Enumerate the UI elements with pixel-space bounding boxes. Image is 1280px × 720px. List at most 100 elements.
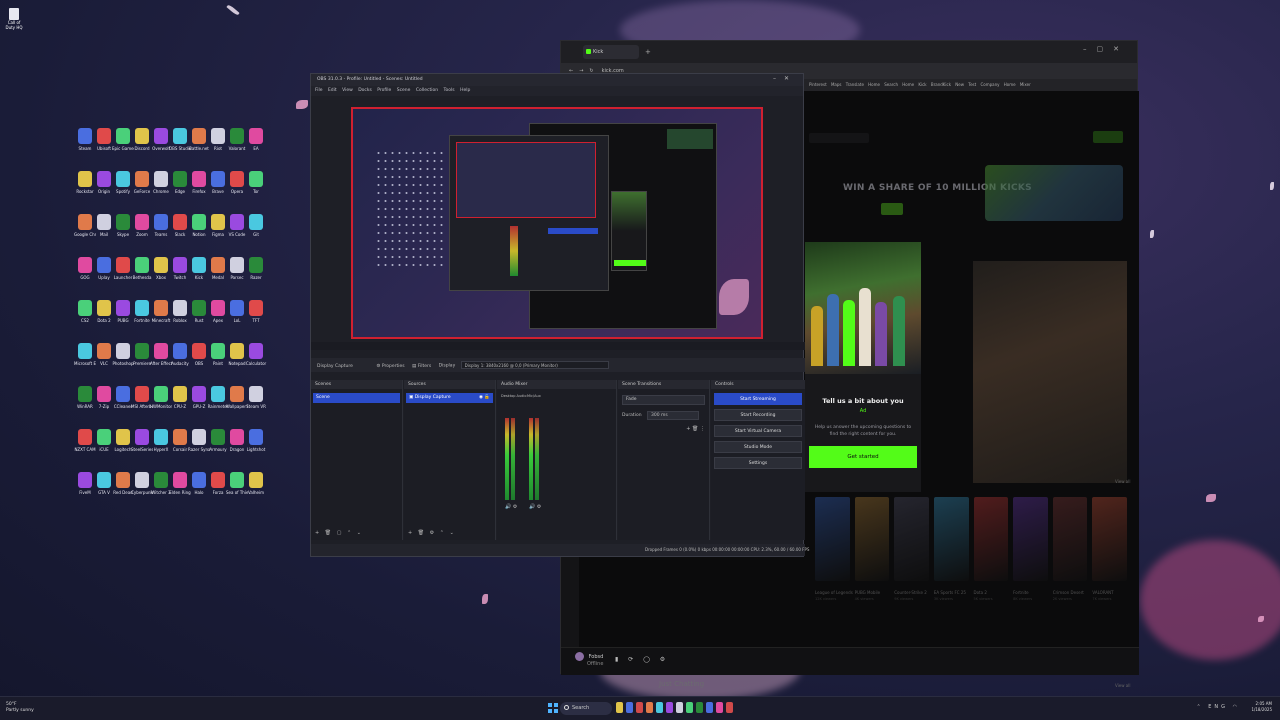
featured-stream-thumbnail[interactable]	[973, 261, 1127, 483]
app-icon	[116, 343, 130, 359]
weather-widget[interactable]: 50°F Partly sunny	[6, 702, 34, 714]
window-controls[interactable]: –✕	[773, 75, 797, 82]
visibility-icon[interactable]: ◉ 🔓	[479, 395, 490, 400]
start-streaming-button[interactable]: Start Streaming	[714, 393, 802, 405]
desktop-icon-label: Git	[253, 232, 259, 237]
taskbar-app-icon[interactable]	[686, 702, 693, 713]
get-started-button[interactable]: Get started	[809, 446, 917, 468]
desktop-wallpaper: Call of Duty HQ Steam Ubisoft Epic Games Di…	[0, 0, 1280, 720]
desktop-icon[interactable]: EA	[245, 128, 267, 168]
desktop-icon[interactable]: Calculator	[245, 343, 267, 383]
category-card[interactable]: Counter-Strike 2 9K viewers	[894, 497, 929, 601]
desktop-icon[interactable]: TFT	[245, 300, 267, 340]
category-card[interactable]: PUBG Mobile 4K viewers	[854, 497, 890, 601]
desktop-icon[interactable]: Lightshot	[245, 429, 267, 469]
app-icon	[135, 171, 149, 187]
desktop-icon[interactable]: Tor	[245, 171, 267, 211]
obs-menu-bar[interactable]: File Edit View Docks Profile Scene Colle…	[311, 86, 803, 96]
sources-toolbar[interactable]: + 🗑 ⚙ ⌃ ⌄	[408, 530, 456, 536]
mute-icon[interactable]: 🔊 ⚙	[529, 504, 541, 510]
app-icon	[154, 300, 168, 316]
scenes-toolbar[interactable]: + 🗑 ▢ ⌃ ⌄	[315, 530, 363, 536]
start-virtual-camera-button[interactable]: Start Virtual Camera	[714, 425, 802, 437]
studio-mode-button[interactable]: Studio Mode	[714, 441, 802, 453]
app-icon	[192, 128, 206, 144]
login-button[interactable]	[1093, 131, 1123, 143]
browser-tab[interactable]: Kick	[583, 45, 639, 59]
taskbar-app-icon[interactable]	[706, 702, 713, 713]
taskbar-app-icon[interactable]	[636, 702, 643, 713]
transition-select[interactable]: Fade	[622, 395, 705, 405]
app-icon	[211, 300, 225, 316]
user-action-icons[interactable]: ▮ ⟳ ◯ ⚙	[615, 656, 669, 663]
start-recording-button[interactable]: Start Recording	[714, 409, 802, 421]
taskbar-app-icon[interactable]	[656, 702, 663, 713]
category-card[interactable]: VALORANT 7K viewers	[1092, 497, 1127, 601]
category-title: PUBG Mobile	[854, 590, 881, 595]
app-icon	[230, 128, 244, 144]
desktop-icon[interactable]: Git	[245, 214, 267, 254]
app-icon	[78, 300, 92, 316]
taskbar-app-icon[interactable]	[666, 702, 673, 713]
taskbar-app-icon[interactable]	[676, 702, 683, 713]
display-select[interactable]: Display 1: 3840x2160 @ 0,0 (Primary Moni…	[460, 361, 609, 369]
category-card[interactable]: EA Sports FC 25 3K viewers	[933, 497, 969, 601]
illustration-figure	[811, 306, 823, 366]
category-viewers: 9K viewers	[894, 597, 914, 601]
obs-preview[interactable]	[351, 107, 763, 339]
category-card[interactable]: Fortnite 8K viewers	[1013, 497, 1048, 601]
desktop-icon[interactable]: Valheim	[245, 472, 267, 512]
app-icon	[173, 171, 187, 187]
filters-button[interactable]: ▤ Filters	[412, 364, 431, 369]
taskbar-app-icon[interactable]	[616, 702, 623, 713]
source-item[interactable]: ▣ Display Capture ◉ 🔓	[406, 393, 493, 403]
view-all-link[interactable]: View all	[1115, 479, 1130, 484]
desktop-icon-label: Tor	[253, 189, 259, 194]
new-tab-button[interactable]: +	[645, 48, 651, 56]
duration-input[interactable]: 300 ms	[646, 411, 699, 420]
scene-item[interactable]: Scene	[313, 393, 400, 403]
chevron-up-icon[interactable]: ⌃	[1196, 704, 1203, 710]
search-label: Search	[572, 705, 590, 711]
taskbar-app-icon[interactable]	[646, 702, 653, 713]
app-icon	[135, 257, 149, 273]
preview-inner-red-frame	[456, 142, 596, 218]
wifi-icon[interactable]: ◠	[1233, 704, 1240, 710]
category-card[interactable]: League of Legends 12K viewers	[815, 497, 853, 601]
window-controls[interactable]: –▢✕	[1083, 45, 1129, 53]
app-icon	[192, 214, 206, 230]
petal	[1258, 616, 1264, 622]
mute-icon[interactable]: 🔊 ⚙	[505, 504, 517, 510]
preview-kick-modal	[611, 191, 647, 271]
search-box[interactable]: Search	[560, 702, 612, 715]
category-viewers: 3K viewers	[933, 597, 953, 601]
taskbar-app-icon[interactable]	[626, 702, 633, 713]
category-card[interactable]: Crimson Desert 2K viewers	[1052, 497, 1088, 601]
transition-toolbar[interactable]: + 🗑 ⋮	[686, 426, 705, 432]
desktop-icon-shortcut[interactable]: Call of Duty HQ	[4, 8, 24, 38]
taskbar-app-icon[interactable]	[696, 702, 703, 713]
app-icon	[78, 214, 92, 230]
settings-button[interactable]: Settings	[714, 457, 802, 469]
language-indicator[interactable]: ENG	[1208, 704, 1228, 710]
desktop-icon[interactable]: Razer	[245, 257, 267, 297]
app-icon	[249, 257, 263, 273]
category-card[interactable]: Dota 2 5K viewers	[973, 497, 1009, 601]
desktop-icon[interactable]: Steam VR	[245, 386, 267, 426]
promo-banner[interactable]: WIN A SHARE OF 10 MILLION KICKS	[809, 125, 1129, 245]
obs-window[interactable]: OBS 31.0.3 - Profile: Untitled - Scenes:…	[310, 73, 809, 557]
system-tray[interactable]: ⌃ ENG ◠	[1196, 704, 1240, 710]
user-card[interactable]: Fobsd Offline	[575, 652, 603, 667]
start-button[interactable]	[548, 703, 558, 713]
obs-status-bar: Dropped Frames 0 (0.0%) 0 kbps 00:00:00 …	[311, 544, 809, 556]
app-icon	[173, 386, 187, 402]
clock[interactable]: 2:05 AM 1/18/2025	[1251, 701, 1272, 713]
taskbar-app-icon[interactable]	[726, 702, 733, 713]
search-icon[interactable]	[809, 133, 869, 143]
properties-button[interactable]: ⚙ Properties	[376, 364, 404, 369]
app-icon	[135, 386, 149, 402]
taskbar-app-icon[interactable]	[716, 702, 723, 713]
modal-description: Help us answer the upcoming questions to…	[814, 425, 912, 437]
view-all-link[interactable]: View all	[1115, 683, 1130, 688]
promo-cta-button[interactable]	[881, 203, 903, 215]
